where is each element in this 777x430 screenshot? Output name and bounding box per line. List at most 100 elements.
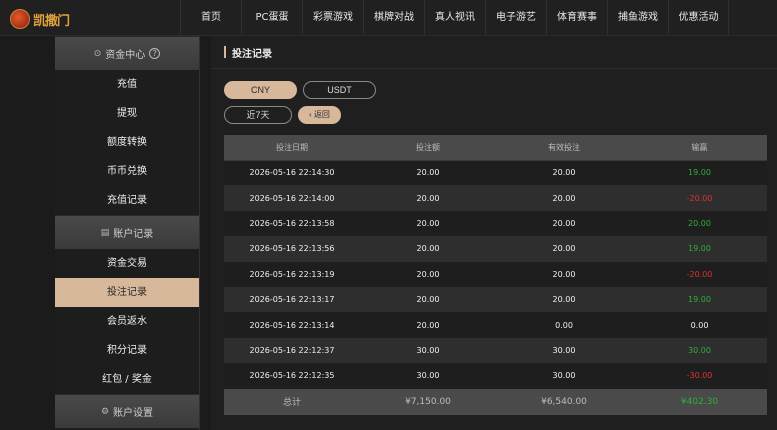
cell-bet-date: 2026-05-16 22:13:56 — [224, 236, 360, 262]
cell-valid-bet: 30.00 — [496, 337, 632, 364]
sidebar-item[interactable]: 会员返水 — [55, 307, 199, 336]
cell-bet-amount: 20.00 — [360, 160, 496, 186]
help-icon[interactable]: ? — [149, 48, 161, 59]
cell-bet-date: 2026-05-16 22:14:00 — [224, 185, 360, 211]
sidebar-section-header[interactable]: ▤ 账户记录 — [55, 215, 199, 249]
cell-bet-date: 2026-05-16 22:13:19 — [224, 261, 360, 287]
back-label: 返回 — [313, 110, 330, 119]
table-row: 2026-05-16 22:13:58 20.00 20.00 20.00 — [224, 210, 767, 237]
cell-bet-amount: 20.00 — [360, 312, 496, 338]
header-win-loss: 输赢 — [632, 135, 767, 161]
nav-item-2[interactable]: 彩票游戏 — [302, 0, 363, 36]
cell-valid-bet: 0.00 — [496, 312, 632, 338]
document-icon: ▤ — [100, 227, 110, 238]
cell-valid-bet: 20.00 — [496, 286, 632, 313]
sidebar-item[interactable]: 充值记录 — [55, 186, 199, 215]
sidebar-section-header[interactable]: ⊙ 资金中心? — [55, 36, 199, 70]
sidebar-item[interactable]: 投注记录 — [55, 278, 199, 307]
page-title: 投注记录 — [232, 48, 272, 60]
header-bet-amount: 投注额 — [360, 135, 496, 161]
nav-item-3[interactable]: 棋牌对战 — [363, 0, 424, 36]
sidebar-section-title: 账户设置 — [113, 408, 154, 419]
table-header-row: 投注日期 投注额 有效投注 输赢 — [224, 135, 767, 161]
logo-emblem-icon — [10, 9, 30, 29]
cell-bet-amount: 20.00 — [360, 236, 496, 262]
main-content: 投注记录 CNY USDT 近7天 ‹ 返回 投注日期 投注额 有效投注 输赢 … — [211, 36, 777, 430]
sidebar-section-header[interactable]: ⚙ 账户设置 — [55, 394, 199, 428]
cell-win-loss: 30.00 — [632, 337, 767, 364]
sidebar-item[interactable]: 资金交易 — [55, 249, 199, 278]
table-row: 2026-05-16 22:13:19 20.00 20.00 -20.00 — [224, 261, 767, 287]
total-valid: ¥6,540.00 — [496, 388, 632, 415]
nav-item-4[interactable]: 真人视讯 — [424, 0, 485, 36]
nav-item-6[interactable]: 体育赛事 — [546, 0, 607, 36]
cell-bet-amount: 30.00 — [360, 363, 496, 389]
total-bet: ¥7,150.00 — [360, 388, 496, 415]
cell-valid-bet: 20.00 — [496, 160, 632, 186]
table-row: 2026-05-16 22:14:00 20.00 20.00 -20.00 — [224, 185, 767, 211]
cell-bet-date: 2026-05-16 22:13:58 — [224, 210, 360, 237]
cell-win-loss: 19.00 — [632, 160, 767, 186]
cell-valid-bet: 20.00 — [496, 261, 632, 287]
back-button[interactable]: ‹ 返回 — [298, 106, 341, 124]
table-row: 2026-05-16 22:13:56 20.00 20.00 19.00 — [224, 236, 767, 262]
bet-records-table: 投注日期 投注额 有效投注 输赢 2026-05-16 22:14:30 20.0… — [224, 135, 767, 415]
nav-item-7[interactable]: 捕鱼游戏 — [607, 0, 668, 36]
cell-bet-amount: 20.00 — [360, 185, 496, 211]
table-row: 2026-05-16 22:12:35 30.00 30.00 -30.00 — [224, 363, 767, 389]
cell-win-loss: 20.00 — [632, 210, 767, 237]
cell-win-loss: 19.00 — [632, 286, 767, 313]
cell-win-loss: -20.00 — [632, 261, 767, 287]
main-nav: 首页 PC蛋蛋 彩票游戏 棋牌对战 真人视讯 电子游艺 体育赛事 捕鱼游戏 优惠活动 — [180, 0, 729, 36]
header-bet-date: 投注日期 — [224, 135, 360, 161]
cell-win-loss: 0.00 — [632, 312, 767, 338]
cell-bet-amount: 20.00 — [360, 210, 496, 237]
cell-valid-bet: 20.00 — [496, 185, 632, 211]
top-navigation-bar: 凯撒门 首页 PC蛋蛋 彩票游戏 棋牌对战 真人视讯 电子游艺 体育赛事 捕鱼游戏 优惠活动 — [0, 0, 777, 36]
cell-bet-amount: 30.00 — [360, 337, 496, 364]
cell-valid-bet: 30.00 — [496, 363, 632, 389]
total-label: 总计 — [224, 388, 360, 415]
cell-valid-bet: 20.00 — [496, 236, 632, 262]
logo-text: 凯撒门 — [33, 13, 70, 29]
sidebar-item[interactable]: 充值 — [55, 70, 199, 99]
cell-bet-date: 2026-05-16 22:12:35 — [224, 363, 360, 389]
nav-item-5[interactable]: 电子游艺 — [485, 0, 546, 36]
total-win: ¥402.30 — [632, 388, 767, 415]
sidebar-section-title: 账户记录 — [113, 229, 154, 240]
sidebar-item[interactable]: 额度转换 — [55, 128, 199, 157]
cell-win-loss: -20.00 — [632, 185, 767, 211]
cell-valid-bet: 20.00 — [496, 210, 632, 237]
cell-bet-amount: 20.00 — [360, 286, 496, 313]
sidebar-item[interactable]: 积分记录 — [55, 336, 199, 365]
sidebar-section-title: 资金中心 — [105, 50, 146, 61]
table-row: 2026-05-16 22:12:37 30.00 30.00 30.00 — [224, 337, 767, 364]
cell-bet-date: 2026-05-16 22:13:14 — [224, 312, 360, 338]
header-valid-bet: 有效投注 — [496, 135, 632, 161]
cell-win-loss: 19.00 — [632, 236, 767, 262]
cell-win-loss: -30.00 — [632, 363, 767, 389]
table-total-row: 总计 ¥7,150.00 ¥6,540.00 ¥402.30 — [224, 388, 767, 415]
sidebar-item[interactable]: 红包 / 奖金 — [55, 365, 199, 394]
cell-bet-date: 2026-05-16 22:14:30 — [224, 160, 360, 186]
table-row: 2026-05-16 22:13:17 20.00 20.00 19.00 — [224, 286, 767, 313]
cell-bet-date: 2026-05-16 22:12:37 — [224, 337, 360, 364]
sidebar-item[interactable]: 币币兑换 — [55, 157, 199, 186]
nav-item-1[interactable]: PC蛋蛋 — [241, 0, 302, 36]
cell-bet-amount: 20.00 — [360, 261, 496, 287]
section-title-bar: 投注记录 — [211, 36, 777, 69]
check-circle-icon: ⊙ — [93, 48, 102, 59]
table-row: 2026-05-16 22:13:14 20.00 0.00 0.00 — [224, 312, 767, 338]
date-range-button[interactable]: 近7天 — [224, 106, 292, 124]
gear-card-icon: ⚙ — [100, 406, 110, 417]
sidebar-item[interactable]: 提现 — [55, 99, 199, 128]
table-row: 2026-05-16 22:14:30 20.00 20.00 19.00 — [224, 160, 767, 186]
site-logo[interactable]: 凯撒门 — [10, 8, 90, 30]
nav-item-0[interactable]: 首页 — [180, 0, 241, 36]
currency-usdt-button[interactable]: USDT — [303, 81, 376, 99]
nav-item-8[interactable]: 优惠活动 — [668, 0, 729, 36]
title-accent-bar — [224, 46, 226, 58]
cell-bet-date: 2026-05-16 22:13:17 — [224, 286, 360, 313]
currency-cny-button[interactable]: CNY — [224, 81, 297, 99]
account-sidebar: ⊙ 资金中心? 充值 提现 额度转换 币币兑换 充值记录 ▤ 账户记录 资金交易 投注记录 会员返水积… — [55, 36, 200, 430]
